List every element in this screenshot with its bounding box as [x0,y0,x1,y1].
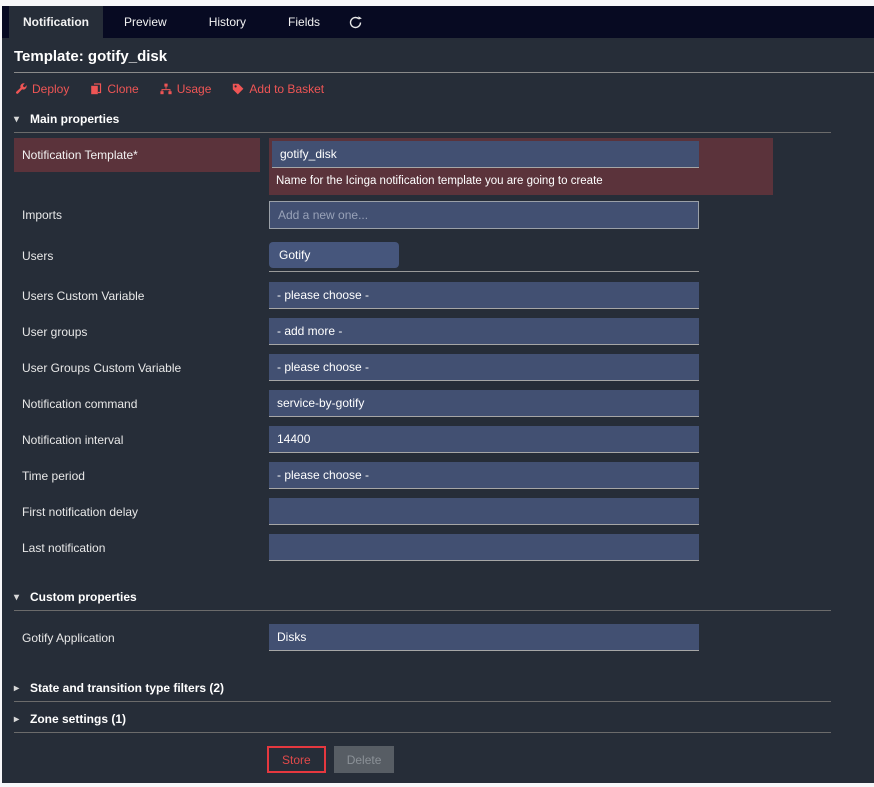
form-row-notification-interval: Notification interval [14,426,831,453]
field-label: Notification command [14,390,269,417]
section-divider [14,701,831,702]
clone-link[interactable]: Clone [90,82,138,96]
field-label: Users [14,242,269,272]
caret-right-icon: ▸ [14,683,22,694]
section-header-main-properties[interactable]: ▾ Main properties [14,112,831,126]
field-label: User groups [14,318,269,345]
main-properties-form: Notification Template* Name for the Icin… [14,138,831,561]
caret-down-icon: ▾ [14,592,22,603]
field-label: Gotify Application [14,624,269,651]
first-notification-delay-input[interactable] [269,498,699,525]
form-row-notification-command: Notification command service-by-gotify [14,390,831,417]
tab-notification[interactable]: Notification [9,6,103,38]
form-row-first-notification-delay: First notification delay [14,498,831,525]
form-row-imports: Imports [14,201,831,229]
last-notification-input[interactable] [269,534,699,561]
section-header-custom-properties[interactable]: ▾ Custom properties [14,590,831,604]
add-to-basket-label: Add to Basket [249,82,324,96]
section-custom-properties: ▾ Custom properties Gotify Application [14,590,831,651]
user-groups-select[interactable]: - add more - [269,318,699,345]
section-header-zone-settings[interactable]: ▸ Zone settings (1) [14,712,831,726]
section-title: Custom properties [30,590,137,604]
field-label: Time period [14,462,269,489]
tag-icon [232,83,244,95]
users-custom-variable-select[interactable]: - please choose - [269,282,699,309]
tab-bar: Notification Preview History Fields [2,6,874,38]
action-links: Deploy Clone Usage [2,73,874,97]
deploy-label: Deploy [32,82,69,96]
notification-template-input[interactable] [272,141,699,168]
field-label: Users Custom Variable [14,282,269,309]
time-period-select[interactable]: - please choose - [269,462,699,489]
form-row-gotify-application: Gotify Application [14,624,831,651]
section-title: Zone settings (1) [30,712,126,726]
field-label: User Groups Custom Variable [14,354,269,381]
clone-icon [90,83,102,95]
custom-properties-form: Gotify Application [14,624,831,651]
highlighted-field-area: Name for the Icinga notification templat… [269,138,773,195]
notification-command-select[interactable]: service-by-gotify [269,390,699,417]
field-label: Notification interval [14,426,269,453]
clone-label: Clone [107,82,138,96]
notification-interval-input[interactable] [269,426,699,453]
caret-down-icon: ▾ [14,114,22,125]
form-row-users: Users Gotify [14,242,831,272]
store-button[interactable]: Store [267,746,326,773]
section-state-transition-filters: ▸ State and transition type filters (2) [14,681,831,702]
section-zone-settings: ▸ Zone settings (1) [14,712,831,733]
form-row-user-groups-custom-variable: User Groups Custom Variable - please cho… [14,354,831,381]
wrench-icon [15,83,27,95]
tab-history[interactable]: History [188,6,267,38]
tab-preview[interactable]: Preview [103,6,188,38]
form-row-notification-template: Notification Template* Name for the Icin… [14,138,831,195]
tab-fields[interactable]: Fields [267,6,341,38]
icinga-director-panel: Notification Preview History Fields Temp… [2,6,874,783]
section-header-state-transition-filters[interactable]: ▸ State and transition type filters (2) [14,681,831,695]
refresh-icon[interactable] [341,6,370,38]
sitemap-icon [160,83,172,95]
deploy-link[interactable]: Deploy [15,82,69,96]
field-label: Last notification [14,534,269,561]
field-description: Name for the Icinga notification templat… [272,175,773,187]
form-row-last-notification: Last notification [14,534,831,561]
section-main-properties: ▾ Main properties Notification Template*… [14,112,831,561]
usage-label: Usage [177,82,212,96]
delete-button[interactable]: Delete [334,746,395,773]
section-divider [14,732,831,733]
caret-right-icon: ▸ [14,714,22,725]
form-row-users-custom-variable: Users Custom Variable - please choose - [14,282,831,309]
form-buttons: Store Delete [267,746,874,773]
form-row-user-groups: User groups - add more - [14,318,831,345]
users-chip[interactable]: Gotify [269,242,399,268]
chip-underline [269,271,699,272]
section-title: Main properties [30,112,119,126]
form-row-time-period: Time period - please choose - [14,462,831,489]
field-label: First notification delay [14,498,269,525]
field-label: Notification Template* [14,138,260,172]
user-groups-custom-variable-select[interactable]: - please choose - [269,354,699,381]
field-label: Imports [14,201,269,229]
page-title: Template: gotify_disk [14,48,874,65]
usage-link[interactable]: Usage [160,82,212,96]
imports-input[interactable] [269,201,699,229]
section-divider [14,610,831,611]
section-title: State and transition type filters (2) [30,681,224,695]
section-divider [14,132,831,133]
add-to-basket-link[interactable]: Add to Basket [232,82,324,96]
gotify-application-input[interactable] [269,624,699,651]
